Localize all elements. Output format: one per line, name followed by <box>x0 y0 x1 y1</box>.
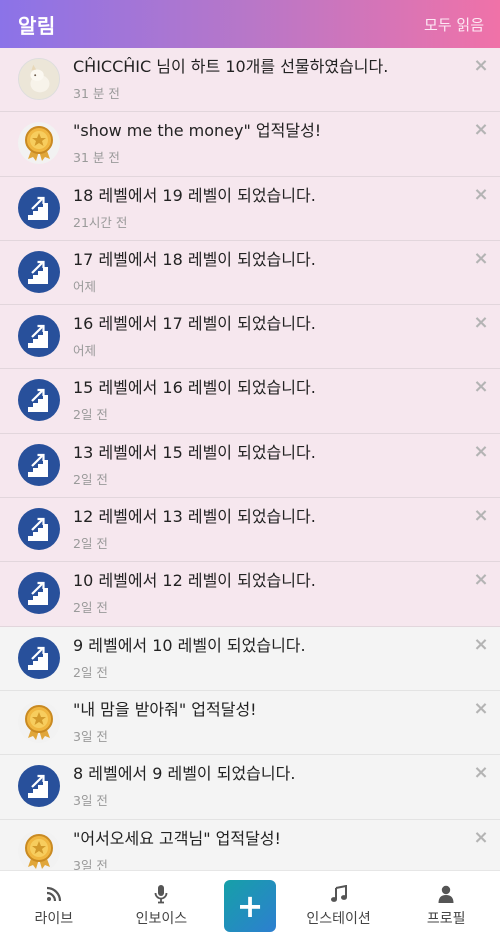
notification-message: 17 레벨에서 18 레벨이 되었습니다. <box>73 249 316 269</box>
notification-content: "내 맘을 받아줘" 업적달성! 3일 전 <box>73 700 500 745</box>
notification-item[interactable]: 18 레벨에서 19 레벨이 되었습니다. 21시간 전 × <box>0 176 500 241</box>
bottom-tab-bar: 라이브 인보이스 + 인스테이션 프로필 <box>0 870 500 940</box>
close-icon[interactable]: × <box>472 828 490 847</box>
notification-message: 16 레벨에서 17 레벨이 되었습니다. <box>73 314 316 334</box>
notification-time: 31 분 전 <box>73 86 120 101</box>
notification-message: 9 레벨에서 10 레벨이 되었습니다. <box>73 635 306 655</box>
notification-item[interactable]: "어서오세요 고객님" 업적달성! 3일 전 × <box>0 819 500 870</box>
notification-content: 15 레벨에서 16 레벨이 되었습니다. 2일 전 <box>73 378 500 423</box>
notification-item[interactable]: 8 레벨에서 9 레벨이 되었습니다. 3일 전 × <box>0 755 500 820</box>
avatar <box>18 58 60 100</box>
notification-message: 13 레벨에서 15 레벨이 되었습니다. <box>73 442 316 462</box>
level-up-icon <box>18 572 60 615</box>
notification-item[interactable]: 13 레벨에서 15 레벨이 되었습니다. 2일 전 × <box>0 433 500 499</box>
user-icon <box>438 883 454 905</box>
level-up-icon <box>18 508 60 551</box>
level-up-icon <box>18 379 60 422</box>
notification-message: "내 맘을 받아줘" 업적달성! <box>73 699 257 719</box>
notification-content: 12 레벨에서 13 레벨이 되었습니다. 2일 전 <box>73 507 500 552</box>
tab-profile[interactable]: 프로필 <box>401 883 491 928</box>
notification-item[interactable]: "show me the money" 업적달성! 31 분 전 × <box>0 112 500 177</box>
notification-time: 3일 전 <box>73 728 108 744</box>
notification-content: 10 레벨에서 12 레벨이 되었습니다. 2일 전 <box>73 571 500 616</box>
notification-item[interactable]: CĤICCĤIC 님이 하트 10개를 선물하였습니다. 31 분 전 × <box>0 48 500 113</box>
music-note-icon <box>330 883 348 905</box>
notification-time: 3일 전 <box>73 857 108 870</box>
level-up-icon <box>18 765 60 808</box>
notification-item[interactable]: 15 레벨에서 16 레벨이 되었습니다. 2일 전 × <box>0 369 500 434</box>
tab-profile-label: 프로필 <box>426 911 466 927</box>
notification-time: 31 분 전 <box>73 150 120 166</box>
level-up-icon <box>18 636 60 679</box>
notification-time: 2일 전 <box>73 536 108 552</box>
notification-message: "show me the money" 업적달성! <box>73 121 322 141</box>
notification-list: CĤICCĤIC 님이 하트 10개를 선물하였습니다. 31 분 전 × "show… <box>0 48 500 870</box>
rss-icon <box>46 883 62 905</box>
notification-content: 9 레벨에서 10 레벨이 되었습니다. 2일 전 <box>73 636 500 681</box>
notification-message: CĤICCĤIC 님이 하트 10개를 선물하였습니다. <box>73 57 389 76</box>
notification-message: 15 레벨에서 16 레벨이 되었습니다. <box>73 378 316 398</box>
close-icon[interactable]: × <box>472 442 490 461</box>
notification-time: 2일 전 <box>73 407 108 423</box>
close-icon[interactable]: × <box>472 249 490 268</box>
tab-invoice-label: 인보이스 <box>135 911 188 927</box>
tab-installation[interactable]: 인스테이션 <box>294 883 384 928</box>
notification-item[interactable]: 12 레벨에서 13 레벨이 되었습니다. 2일 전 × <box>0 498 500 563</box>
tab-live[interactable]: 라이브 <box>9 883 99 928</box>
notification-time: 21시간 전 <box>73 214 128 230</box>
level-up-icon <box>18 250 60 293</box>
notification-message: 10 레벨에서 12 레벨이 되었습니다. <box>73 571 316 591</box>
notification-time: 어제 <box>73 278 97 294</box>
notification-message: 12 레벨에서 13 레벨이 되었습니다. <box>73 507 316 527</box>
tab-invoice[interactable]: 인보이스 <box>116 883 206 928</box>
notification-message: 18 레벨에서 19 레벨이 되었습니다. <box>73 185 316 205</box>
mark-all-read-button[interactable]: 모두 읽음 <box>424 14 484 35</box>
microphone-icon <box>154 883 168 905</box>
level-up-icon <box>18 186 60 229</box>
notification-time: 어제 <box>73 343 97 359</box>
notification-time: 2일 전 <box>73 664 108 680</box>
add-button[interactable]: + <box>223 879 276 932</box>
close-icon[interactable]: × <box>472 764 490 782</box>
notification-message: 8 레벨에서 9 레벨이 되었습니다. <box>73 764 296 784</box>
close-icon[interactable]: × <box>472 635 490 654</box>
close-icon[interactable]: × <box>472 507 490 525</box>
close-icon[interactable]: × <box>472 571 490 589</box>
notification-content: 13 레벨에서 15 레벨이 되었습니다. 2일 전 <box>73 443 500 488</box>
notification-content: 18 레벨에서 19 레벨이 되었습니다. 21시간 전 <box>73 186 500 231</box>
close-icon[interactable]: × <box>472 185 490 204</box>
medal-icon <box>18 829 60 870</box>
medal-icon <box>18 700 60 743</box>
notification-item[interactable]: 10 레벨에서 12 레벨이 되었습니다. 2일 전 × <box>0 562 500 627</box>
level-up-icon <box>18 443 60 486</box>
notification-content: CĤICCĤIC 님이 하트 10개를 선물하였습니다. 31 분 전 <box>73 57 500 102</box>
notification-message: "어서오세요 고객님" 업적달성! <box>73 828 281 848</box>
close-icon[interactable]: × <box>472 121 490 139</box>
medal-icon <box>18 122 60 165</box>
notification-content: 8 레벨에서 9 레벨이 되었습니다. 3일 전 <box>73 764 500 809</box>
close-icon[interactable]: × <box>472 314 490 332</box>
notification-content: 16 레벨에서 17 레벨이 되었습니다. 어제 <box>73 314 500 359</box>
notification-content: 17 레벨에서 18 레벨이 되었습니다. 어제 <box>73 250 500 295</box>
notification-time: 2일 전 <box>73 600 108 616</box>
notification-item[interactable]: 9 레벨에서 10 레벨이 되었습니다. 2일 전 × <box>0 626 500 691</box>
close-icon[interactable]: × <box>472 57 490 75</box>
notification-content: "어서오세요 고객님" 업적달성! 3일 전 <box>73 829 500 870</box>
close-icon[interactable]: × <box>472 699 490 718</box>
tab-installation-label: 인스테이션 <box>306 911 371 927</box>
notification-item[interactable]: 16 레벨에서 17 레벨이 되었습니다. 어제 × <box>0 305 500 370</box>
notification-time: 3일 전 <box>73 793 108 809</box>
notification-content: "show me the money" 업적달성! 31 분 전 <box>73 121 500 166</box>
close-icon[interactable]: × <box>472 378 490 396</box>
page-title: 알림 <box>18 13 56 38</box>
notification-item[interactable]: 17 레벨에서 18 레벨이 되었습니다. 어제 × <box>0 240 500 306</box>
tab-live-label: 라이브 <box>34 911 74 927</box>
app-header: 알림 모두 읽음 <box>0 0 500 48</box>
notification-item[interactable]: "내 맘을 받아줘" 업적달성! 3일 전 × <box>0 690 500 756</box>
notification-time: 2일 전 <box>73 471 108 487</box>
level-up-icon <box>18 315 60 358</box>
